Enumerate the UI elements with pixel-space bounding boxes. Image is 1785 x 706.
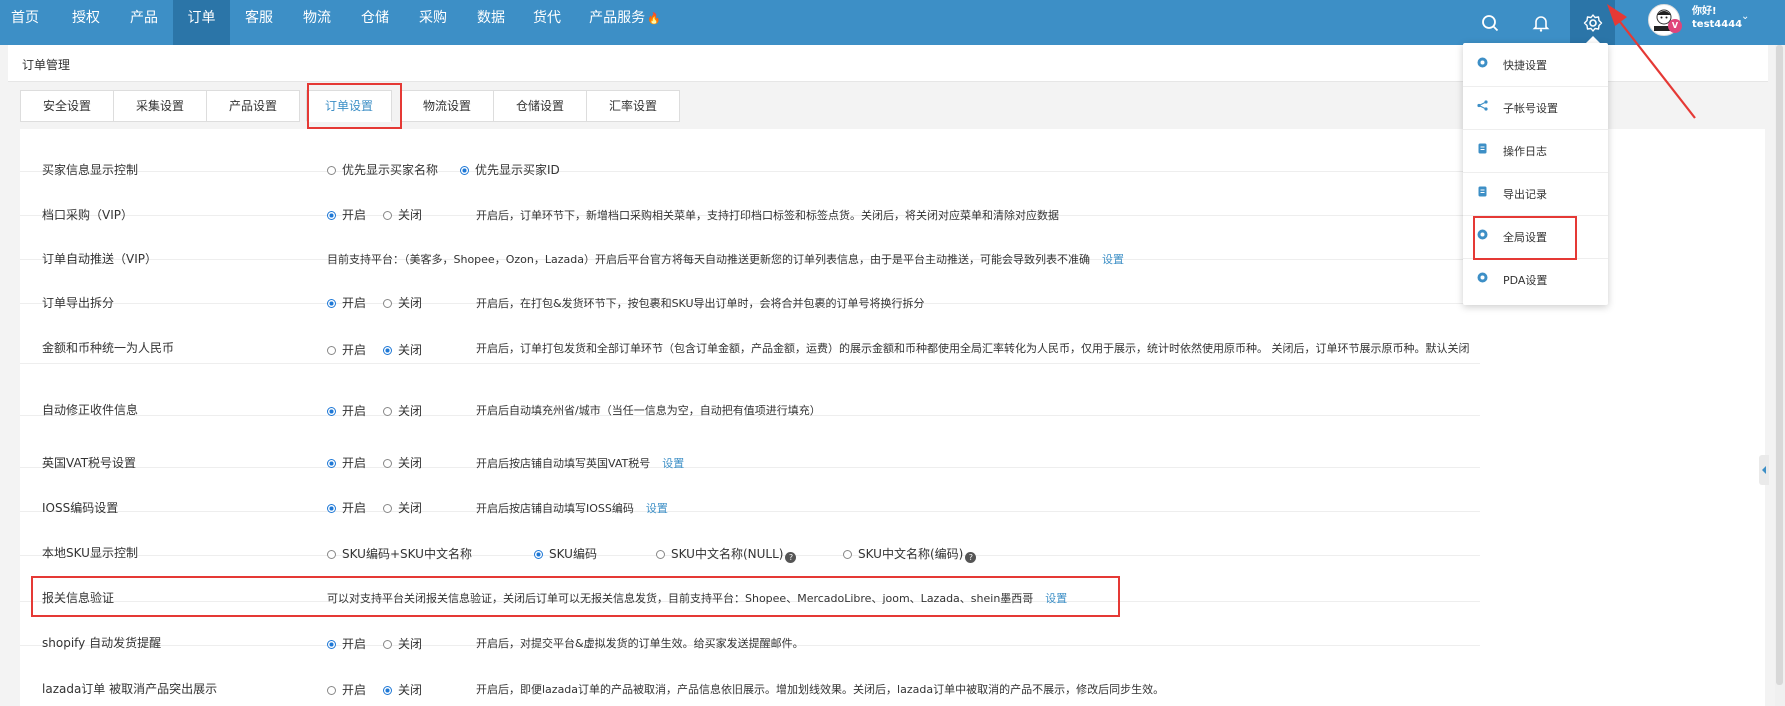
radio-icon: [383, 346, 392, 355]
nav-authorization[interactable]: 授权: [57, 0, 115, 45]
document-icon: [1477, 186, 1488, 197]
menu-item-quick-settings[interactable]: 快捷设置: [1463, 43, 1608, 87]
setting-description: 开启后，即便lazada订单的产品被取消，产品信息依旧展示。增加划线效果。关闭后…: [476, 683, 1165, 696]
tab-product[interactable]: 产品设置: [206, 90, 300, 122]
option-label: 开启: [342, 343, 367, 357]
option-label: 开启: [342, 683, 367, 697]
nav-customer-service[interactable]: 客服: [230, 0, 288, 45]
nav-warehouse[interactable]: 仓储: [346, 0, 404, 45]
menu-item-operation-log[interactable]: 操作日志: [1463, 129, 1608, 173]
search-icon[interactable]: [1470, 0, 1510, 45]
nav-product-service[interactable]: 产品服务 🔥: [580, 0, 670, 45]
radio-off[interactable]: 关闭: [383, 341, 422, 358]
nav-freight-forwarder[interactable]: 货代: [520, 0, 574, 45]
tab-warehouse[interactable]: 仓储设置: [493, 90, 587, 122]
menu-item-pda-settings[interactable]: PDA设置: [1463, 258, 1608, 301]
settings-dropdown-menu: 快捷设置 子帐号设置 操作日志 导出记录 全局设置 PDA设置: [1463, 43, 1608, 305]
chevron-down-icon[interactable]: ⌄: [1741, 11, 1749, 22]
tab-security[interactable]: 安全设置: [20, 90, 114, 122]
side-collapse-handle[interactable]: [1759, 455, 1769, 485]
tab-collection[interactable]: 采集设置: [113, 90, 207, 122]
gear-icon: [1477, 57, 1488, 68]
radio-icon: [327, 346, 336, 355]
setting-row-ioss: [20, 467, 1480, 512]
breadcrumb-title: 订单管理: [22, 58, 71, 72]
menu-item-export-records[interactable]: 导出记录: [1463, 172, 1608, 216]
highlight-order-tab: [307, 83, 402, 129]
radio-off[interactable]: 关闭: [383, 681, 422, 698]
menu-item-label: 操作日志: [1503, 145, 1547, 158]
highlight-customs-row: [31, 576, 1120, 617]
nav-data[interactable]: 数据: [462, 0, 520, 45]
highlight-global-settings: [1473, 216, 1577, 260]
setting-row-buyer-info: 买家信息显示控制: [20, 129, 1480, 177]
annotation-arrow: [1607, 4, 1696, 119]
fire-icon: 🔥: [647, 12, 661, 25]
menu-item-label: 子帐号设置: [1503, 102, 1558, 115]
setting-label: 金额和币种统一为人民币: [42, 341, 175, 355]
setting-row-uk-vat: [20, 415, 1480, 468]
nav-orders[interactable]: 订单: [173, 0, 230, 45]
menu-item-sub-accounts[interactable]: 子帐号设置: [1463, 86, 1608, 130]
nav-products[interactable]: 产品: [115, 0, 173, 45]
nav-purchase[interactable]: 采购: [404, 0, 462, 45]
nav-logistics[interactable]: 物流: [288, 0, 346, 45]
share-icon: [1477, 100, 1488, 111]
radio-on[interactable]: 开启: [327, 341, 366, 358]
setting-description: 开启后，订单打包发货和全部订单环节（包含订单金额，产品金额，运费）的展示金额和币…: [476, 342, 1470, 355]
tab-logistics[interactable]: 物流设置: [400, 90, 494, 122]
option-label: 关闭: [398, 683, 423, 697]
setting-label: lazada订单 被取消产品突出展示: [42, 682, 218, 696]
tab-exchange-rate[interactable]: 汇率设置: [586, 90, 680, 122]
radio-on[interactable]: 开启: [327, 681, 366, 698]
scrollbar-thumb[interactable]: [1776, 45, 1783, 685]
bell-icon[interactable]: [1521, 0, 1561, 45]
menu-item-label: 导出记录: [1503, 188, 1547, 201]
menu-item-label: 快捷设置: [1503, 59, 1547, 72]
radio-icon: [383, 686, 392, 695]
nav-home[interactable]: 首页: [0, 0, 50, 45]
nav-product-service-label: 产品服务: [589, 10, 646, 26]
gear-icon: [1477, 272, 1488, 283]
option-label: 关闭: [398, 343, 423, 357]
document-icon: [1477, 143, 1488, 154]
menu-item-label: PDA设置: [1503, 274, 1548, 287]
radio-icon: [327, 686, 336, 695]
